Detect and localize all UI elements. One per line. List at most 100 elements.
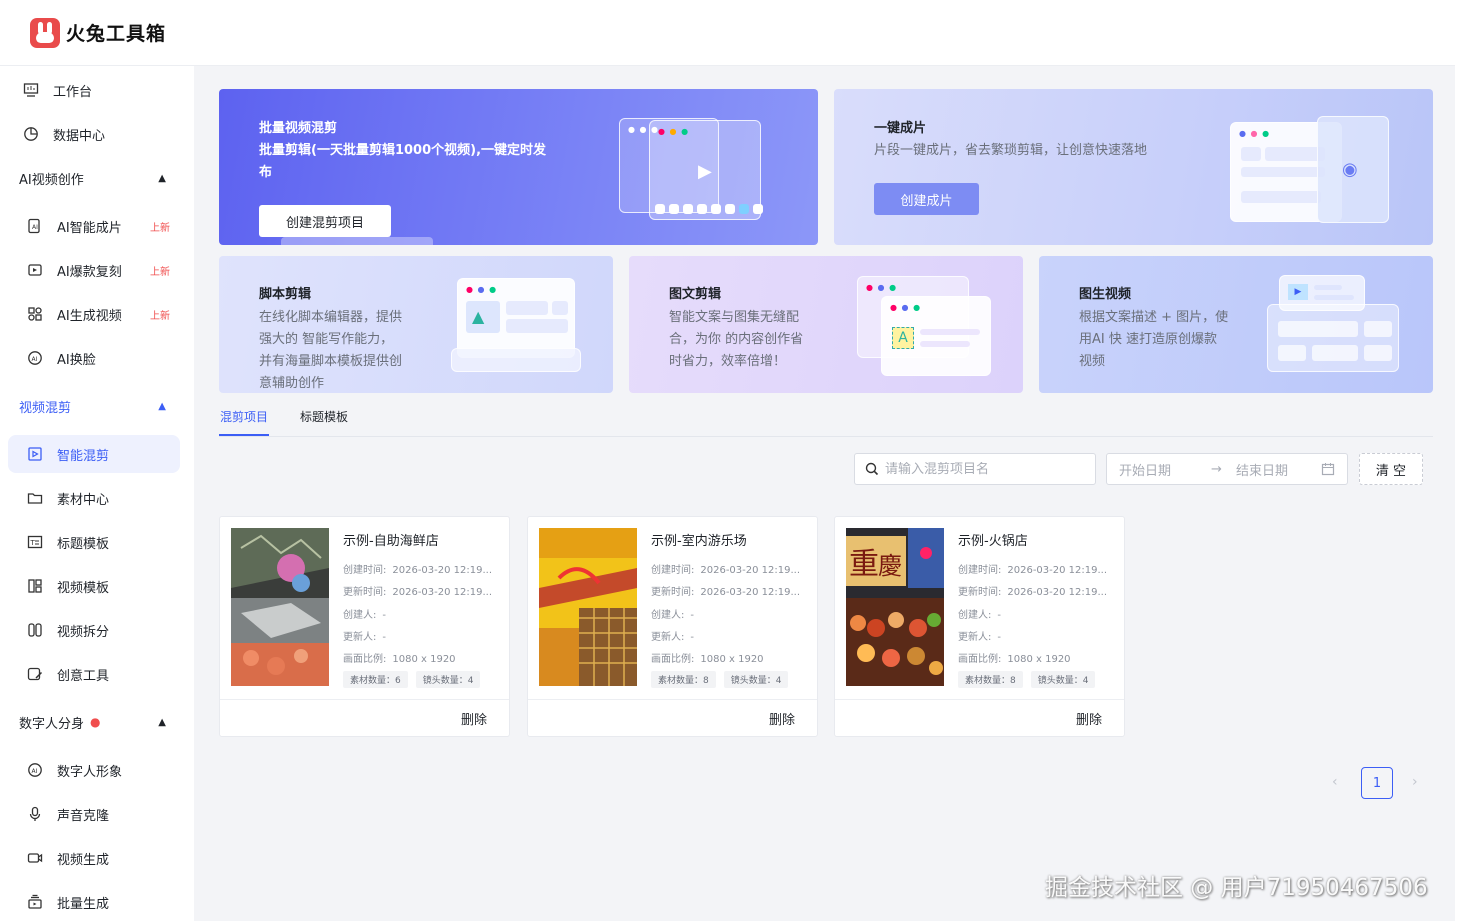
rabbit-logo-icon xyxy=(30,17,60,48)
creator: 创建人: - xyxy=(343,610,386,621)
video-camera-icon xyxy=(26,849,44,867)
banner-desc-line: 合，为你 的内容创作省 xyxy=(669,332,804,347)
tab-mix-projects[interactable]: 混剪项目 xyxy=(220,408,268,425)
avatar-icon: AI xyxy=(26,761,44,779)
updater: 更新人: - xyxy=(651,632,694,643)
sidebar-item-ai-replicate[interactable]: AI爆款复刻 上新 xyxy=(8,251,180,289)
sidebar-item-label: 创意工具 xyxy=(57,668,110,684)
creative-icon xyxy=(26,665,44,683)
project-card[interactable]: 示例-室内游乐场 创建时间: 2026-03-20 12:19... 更新时间: 2… xyxy=(527,516,818,737)
panel-illustration: ◉ xyxy=(1317,116,1389,223)
banner-one-click: 一键成片 片段一键成片，省去繁琐剪辑，让创意快速落地 创建成片 ● ● ● ◉ xyxy=(834,89,1433,245)
search-input[interactable] xyxy=(885,461,1085,477)
sidebar-item-ai-face-swap[interactable]: AI AI换脸 xyxy=(8,339,180,377)
banner-script-edit[interactable]: 脚本剪辑 在线化脚本编辑器，提供 强大的 智能写作能力， 并有海量脚本模板提供创… xyxy=(219,256,613,393)
banner-pictext-edit[interactable]: 图文剪辑 智能文案与图集无缝配 合，为你 的内容创作省 时省力，效率倍增！ ● … xyxy=(629,256,1023,393)
material-count-tag: 素材数量：8 xyxy=(651,671,716,688)
calendar-icon xyxy=(1321,463,1335,476)
sidebar-item-material-center[interactable]: 素材中心 xyxy=(8,479,180,517)
end-date-input[interactable]: 结束日期 xyxy=(1236,460,1288,479)
sidebar-item-ai-film[interactable]: AI AI智能成片 上新 xyxy=(8,207,180,245)
sidebar-item-label: 视频模板 xyxy=(57,580,110,596)
sidebar-item-ai-generate[interactable]: AI生成视频 上新 xyxy=(8,295,180,333)
material-count-tag: 素材数量：6 xyxy=(343,671,408,688)
sidebar-item-video-split[interactable]: 视频拆分 xyxy=(8,611,180,649)
banner-title: 一键成片 xyxy=(874,121,927,136)
banner-desc-line: 强大的 智能写作能力， xyxy=(259,332,394,347)
ai-film-icon: AI xyxy=(26,217,44,235)
create-film-button[interactable]: 创建成片 xyxy=(874,183,979,215)
new-badge: 上新 xyxy=(150,222,170,234)
chevron-right-icon[interactable]: › xyxy=(1412,774,1418,790)
sidebar: 工作台 数据中心 AI视频创作 ▲ AI AI智能成片 上新 AI爆款复刻 上新… xyxy=(0,66,194,921)
sidebar-item-batch-generate[interactable]: 批量生成 xyxy=(8,883,180,921)
editor-illustration: ● ● ● ▲ xyxy=(457,278,575,358)
delete-button[interactable]: 删除 xyxy=(461,709,487,728)
created-time: 创建时间: 2026-03-20 12:19... xyxy=(651,565,801,576)
card-divider xyxy=(528,699,817,700)
banner-desc-line: 时省力，效率倍增！ xyxy=(669,354,787,369)
updater: 更新人: - xyxy=(343,632,386,643)
tab-title-templates[interactable]: 标题模板 xyxy=(300,408,348,425)
sidebar-item-creative-tools[interactable]: 创意工具 xyxy=(8,655,180,693)
text-editor-illustration: ● ● ● A xyxy=(881,296,991,376)
timeline-illustration xyxy=(451,348,581,372)
chevron-left-icon[interactable]: ‹ xyxy=(1332,774,1338,790)
banner-desc-line: 在线化脚本编辑器，提供 xyxy=(259,310,403,325)
shot-count-tag: 镜头数量：4 xyxy=(723,671,789,688)
svg-text:重: 重 xyxy=(849,547,879,582)
banner-image-to-video[interactable]: 图生视频 根据文案描述 + 图片，使 用AI 快 速打造原创爆款 视频 ▶ xyxy=(1039,256,1433,393)
sidebar-item-workbench[interactable]: 工作台 xyxy=(8,71,180,109)
svg-text:T: T xyxy=(30,539,36,547)
updated-time: 更新时间: 2026-03-20 12:19... xyxy=(651,587,801,598)
sidebar-item-title-template[interactable]: T 标题模板 xyxy=(8,523,180,561)
sidebar-item-video-generate[interactable]: 视频生成 xyxy=(8,839,180,877)
banner-title: 图文剪辑 xyxy=(669,287,722,302)
chevron-up-icon: ▲ xyxy=(158,400,166,412)
sidebar-item-data-center[interactable]: 数据中心 xyxy=(8,115,180,153)
delete-button[interactable]: 删除 xyxy=(1076,709,1102,728)
project-thumbnail: 重 慶 xyxy=(846,528,944,686)
sidebar-item-label: 声音克隆 xyxy=(57,808,110,824)
banner-desc-2: 布 xyxy=(259,165,273,180)
sidebar-item-label: AI智能成片 xyxy=(57,220,122,236)
arrow-right-icon: → xyxy=(1211,461,1222,477)
updated-time: 更新时间: 2026-03-20 12:19... xyxy=(343,587,493,598)
project-name: 示例-自助海鲜店 xyxy=(343,534,439,549)
sidebar-item-digital-avatar[interactable]: AI 数字人形象 xyxy=(8,751,180,789)
chevron-up-icon: ▲ xyxy=(158,172,166,184)
group-video-mix[interactable]: 视频混剪 ▲ xyxy=(8,387,180,425)
sidebar-item-voice-clone[interactable]: 声音克隆 xyxy=(8,795,180,833)
banner-desc-line: 意辅助创作 xyxy=(259,376,325,391)
sidebar-item-label: 视频生成 xyxy=(57,852,110,868)
sidebar-item-label: 数字人形象 xyxy=(57,764,123,780)
title-template-icon: T xyxy=(26,533,44,551)
new-badge: 上新 xyxy=(150,310,170,322)
project-card[interactable]: 示例-自助海鲜店 创建时间: 2026-03-20 12:19... 更新时间: 2… xyxy=(219,516,510,737)
sidebar-item-label: 工作台 xyxy=(53,84,93,100)
updated-time: 更新时间: 2026-03-20 12:19... xyxy=(958,587,1108,598)
project-search-field[interactable] xyxy=(854,453,1096,485)
pie-chart-icon xyxy=(22,125,40,143)
sidebar-item-smart-mix[interactable]: 智能混剪 xyxy=(8,435,180,473)
layout-icon xyxy=(26,577,44,595)
project-tags: 素材数量：8 镜头数量：4 xyxy=(651,671,796,688)
sidebar-item-label: AI换脸 xyxy=(57,352,96,368)
start-date-input[interactable]: 开始日期 xyxy=(1119,460,1171,479)
group-digital-human[interactable]: 数字人分身 ● ▲ xyxy=(8,703,180,741)
page-button-current[interactable]: 1 xyxy=(1361,767,1393,799)
delete-button[interactable]: 删除 xyxy=(769,709,795,728)
group-ai-video[interactable]: AI视频创作 ▲ xyxy=(8,159,180,197)
clear-filters-button[interactable]: 清 空 xyxy=(1359,453,1423,485)
create-mix-project-button[interactable]: 创建混剪项目 xyxy=(259,205,391,237)
project-card[interactable]: 重 慶 示例-火锅店 创建时间: 2026-03-20 12:19... 更新时间… xyxy=(834,516,1125,737)
created-time: 创建时间: 2026-03-20 12:19... xyxy=(343,565,493,576)
button-shadow xyxy=(281,237,433,245)
banner-desc: 片段一键成片，省去繁琐剪辑，让创意快速落地 xyxy=(874,143,1148,158)
app-title: 火兔工具箱 xyxy=(66,23,167,45)
date-range-picker[interactable]: 开始日期 → 结束日期 xyxy=(1106,453,1348,485)
sidebar-item-video-template[interactable]: 视频模板 xyxy=(8,567,180,605)
folder-icon xyxy=(26,489,44,507)
svg-text:慶: 慶 xyxy=(878,552,902,580)
play-icon: ▶ xyxy=(698,161,712,182)
